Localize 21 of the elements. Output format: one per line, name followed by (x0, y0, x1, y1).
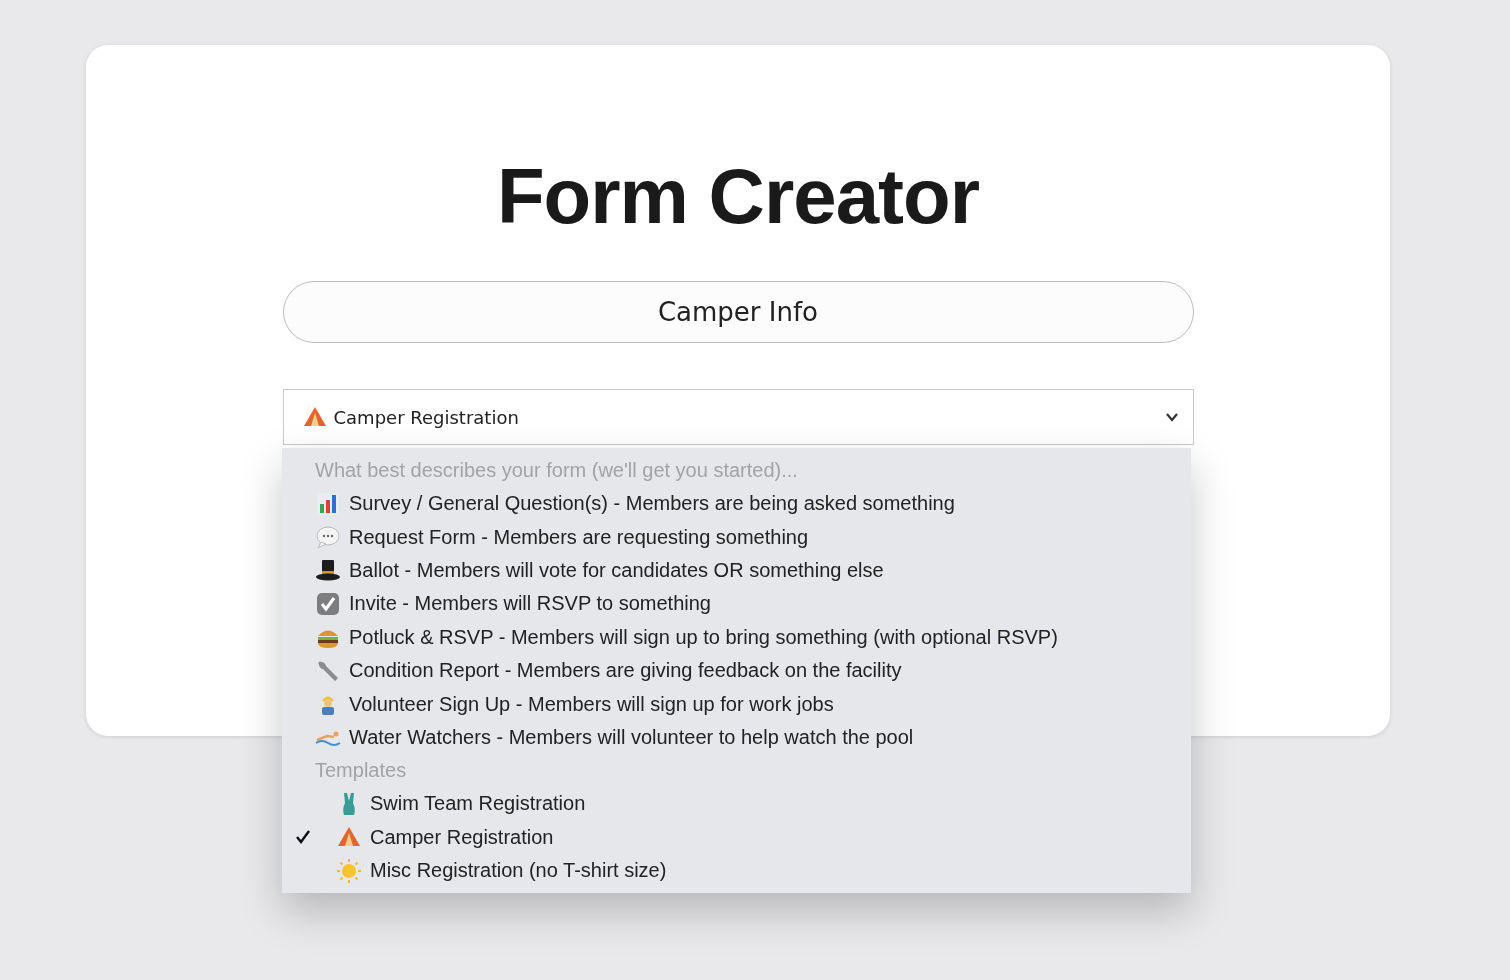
menu-option[interactable]: Request Form - Members are requesting something (282, 520, 1191, 554)
page-title: Form Creator (496, 157, 980, 235)
menu-option[interactable]: Water Watchers - Members will volunteer to help watch the pool (282, 720, 1191, 755)
checkbox-icon (315, 590, 341, 617)
menu-option[interactable]: Volunteer Sign Up - Members will sign up for work jobs (282, 687, 1191, 721)
menu-option[interactable]: Invite - Members will RSVP to something (282, 587, 1191, 621)
menu-option[interactable]: Ballot - Members will vote for candidates OR something else (282, 553, 1191, 588)
sun-icon (336, 857, 362, 884)
menu-option[interactable]: Misc Registration (no T-shirt size) (282, 853, 1191, 888)
group-label: Templates (314, 758, 408, 784)
menu-option[interactable]: Swim Team Registration (282, 787, 1191, 821)
select-value: Camper Registration (333, 406, 520, 428)
group-label: What best describes your form (we'll get you started)... (314, 458, 799, 483)
menu-option[interactable]: Survey / General Question(s) - Members are being asked something (282, 487, 1191, 521)
speech-bubble-icon (315, 524, 341, 551)
menu-option[interactable]: Camper Registration (282, 820, 1191, 854)
form-type-select[interactable]: Camper Registration (282, 389, 1194, 445)
name-field[interactable]: Camper Info (282, 281, 1194, 343)
bar-chart-icon (315, 490, 341, 517)
menu-option[interactable]: Potluck & RSVP - Members will sign up to bring something (with optional RSVP) (282, 620, 1191, 654)
menu-option[interactable]: Condition Report - Members are giving feedback on the facility (282, 653, 1191, 688)
